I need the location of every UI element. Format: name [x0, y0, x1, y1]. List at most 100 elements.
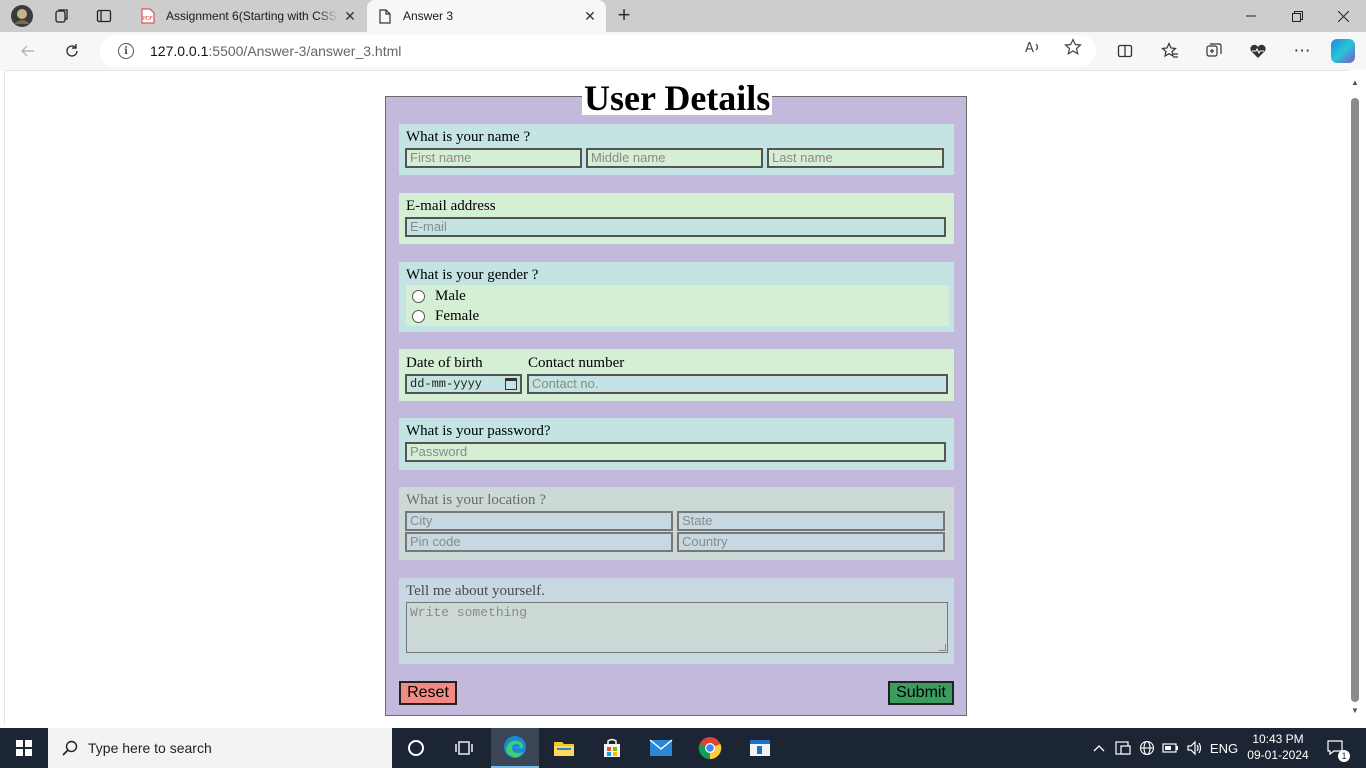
form-legend: User Details	[582, 78, 773, 118]
scroll-down-icon[interactable]: ▼	[1350, 706, 1360, 716]
profile-avatar[interactable]	[10, 4, 34, 28]
page-icon	[377, 8, 393, 24]
url-text: 127.0.0.1:5500/Answer-3/answer_3.html	[150, 43, 402, 59]
start-button[interactable]	[0, 728, 48, 768]
country-input[interactable]: Country	[677, 532, 945, 552]
page-scrollbar[interactable]: ▲ ▼	[1348, 70, 1362, 724]
favorites-icon[interactable]	[1158, 39, 1182, 63]
male-radio[interactable]	[412, 290, 425, 303]
browser-toolbar: i 127.0.0.1:5500/Answer-3/answer_3.html …	[0, 32, 1366, 70]
svg-text:PDF: PDF	[143, 16, 153, 22]
address-bar[interactable]: i 127.0.0.1:5500/Answer-3/answer_3.html	[100, 35, 1096, 67]
network-globe-icon[interactable]	[1136, 728, 1158, 768]
browser-essentials-icon[interactable]	[1246, 39, 1270, 63]
system-clock[interactable]: 10:43 PM 09-01-2024	[1240, 731, 1316, 763]
volume-icon[interactable]	[1184, 728, 1206, 768]
cortana-icon[interactable]	[392, 728, 440, 768]
taskbar: Type here to search ENG 10:43 PM 09-01-2…	[0, 728, 1366, 768]
copilot-icon[interactable]	[1331, 39, 1355, 63]
female-label: Female	[435, 308, 480, 324]
name-label: What is your name ?	[406, 129, 531, 145]
state-input[interactable]: State	[677, 511, 945, 531]
favorite-star-icon[interactable]	[1064, 38, 1082, 61]
clock-time: 10:43 PM	[1252, 732, 1304, 746]
form-fieldset: User Details What is your name ? First n…	[385, 79, 967, 716]
dob-label: Date of birth	[406, 355, 483, 371]
search-placeholder: Type here to search	[88, 740, 212, 756]
split-screen-icon[interactable]	[1113, 39, 1137, 63]
page-viewport: User Details What is your name ? First n…	[4, 70, 1348, 724]
tab-bar: PDF Assignment 6(Starting with CSS) ✕ An…	[0, 0, 1366, 32]
male-label: Male	[435, 288, 466, 304]
pdf-icon: PDF	[140, 8, 156, 24]
about-textarea[interactable]: Write something	[406, 602, 948, 653]
pin-code-input[interactable]: Pin code	[405, 532, 673, 552]
about-section: Tell me about yourself. Write something	[399, 578, 954, 664]
city-input[interactable]: City	[405, 511, 673, 531]
close-tab-icon[interactable]: ✕	[338, 8, 362, 25]
language-indicator[interactable]: ENG	[1208, 728, 1240, 768]
submit-button[interactable]: Submit	[888, 681, 954, 705]
tab-assignment[interactable]: PDF Assignment 6(Starting with CSS) ✕	[130, 0, 366, 32]
tab-title: Assignment 6(Starting with CSS)	[166, 9, 338, 23]
first-name-input[interactable]: First name	[405, 148, 582, 168]
microsoft-store-icon[interactable]	[588, 728, 636, 768]
workspaces-icon[interactable]	[50, 4, 74, 28]
refresh-icon[interactable]	[60, 39, 84, 63]
name-section: What is your name ? First name Middle na…	[399, 124, 954, 175]
middle-name-input[interactable]: Middle name	[586, 148, 763, 168]
dob-input[interactable]: dd-mm-yyyy	[405, 374, 522, 394]
calendar-icon[interactable]	[505, 378, 517, 390]
scroll-thumb[interactable]	[1351, 98, 1359, 702]
notifications-icon[interactable]: 1	[1320, 728, 1352, 768]
gender-section: What is your gender ? Male Female	[399, 262, 954, 332]
task-view-icon[interactable]	[440, 728, 488, 768]
scroll-up-icon[interactable]: ▲	[1350, 78, 1360, 88]
gender-option-female[interactable]: Female	[412, 308, 479, 325]
password-section: What is your password? Password	[399, 418, 954, 470]
vscode-window-icon[interactable]	[736, 728, 784, 768]
site-info-icon[interactable]: i	[118, 43, 134, 59]
tab-actions-icon[interactable]	[92, 4, 116, 28]
female-radio[interactable]	[412, 310, 425, 323]
tab-answer-3[interactable]: Answer 3 ✕	[367, 0, 606, 32]
notification-badge: 1	[1338, 750, 1350, 762]
location-section: What is your location ? City State Pin c…	[399, 487, 954, 560]
svg-text:A: A	[1025, 41, 1034, 56]
more-menu-icon[interactable]: ⋯	[1290, 39, 1314, 63]
tab-title: Answer 3	[403, 9, 454, 23]
battery-icon[interactable]	[1160, 728, 1182, 768]
gender-label: What is your gender ?	[406, 267, 539, 283]
collections-icon[interactable]	[1202, 39, 1226, 63]
chrome-icon[interactable]	[686, 728, 734, 768]
taskbar-search[interactable]: Type here to search	[48, 728, 392, 768]
clock-date: 09-01-2024	[1247, 748, 1309, 762]
restore-button[interactable]	[1274, 0, 1320, 32]
show-hidden-icons[interactable]	[1090, 728, 1108, 768]
new-tab-button[interactable]: +	[612, 4, 636, 28]
last-name-input[interactable]: Last name	[767, 148, 944, 168]
file-explorer-icon[interactable]	[540, 728, 588, 768]
password-input[interactable]: Password	[405, 442, 946, 462]
password-label: What is your password?	[406, 423, 551, 439]
read-aloud-icon[interactable]: A	[1024, 38, 1042, 61]
minimize-button[interactable]	[1228, 0, 1274, 32]
resize-handle[interactable]	[939, 644, 946, 651]
about-label: Tell me about yourself.	[406, 583, 545, 599]
email-section: E-mail address E-mail	[399, 193, 954, 244]
gender-options: Male Female	[406, 285, 949, 326]
device-icon[interactable]	[1112, 728, 1134, 768]
back-icon[interactable]	[16, 39, 40, 63]
mail-icon[interactable]	[637, 728, 685, 768]
contact-input[interactable]: Contact no.	[527, 374, 948, 394]
close-window-button[interactable]	[1320, 0, 1366, 32]
dob-contact-section: Date of birth Contact number dd-mm-yyyy …	[399, 349, 954, 401]
edge-icon[interactable]	[491, 728, 539, 768]
reset-button[interactable]: Reset	[399, 681, 457, 705]
contact-label: Contact number	[528, 355, 625, 371]
gender-option-male[interactable]: Male	[412, 288, 466, 305]
search-icon	[62, 740, 78, 756]
email-input[interactable]: E-mail	[405, 217, 946, 237]
windows-logo-icon	[16, 740, 32, 756]
close-tab-icon[interactable]: ✕	[578, 8, 602, 25]
